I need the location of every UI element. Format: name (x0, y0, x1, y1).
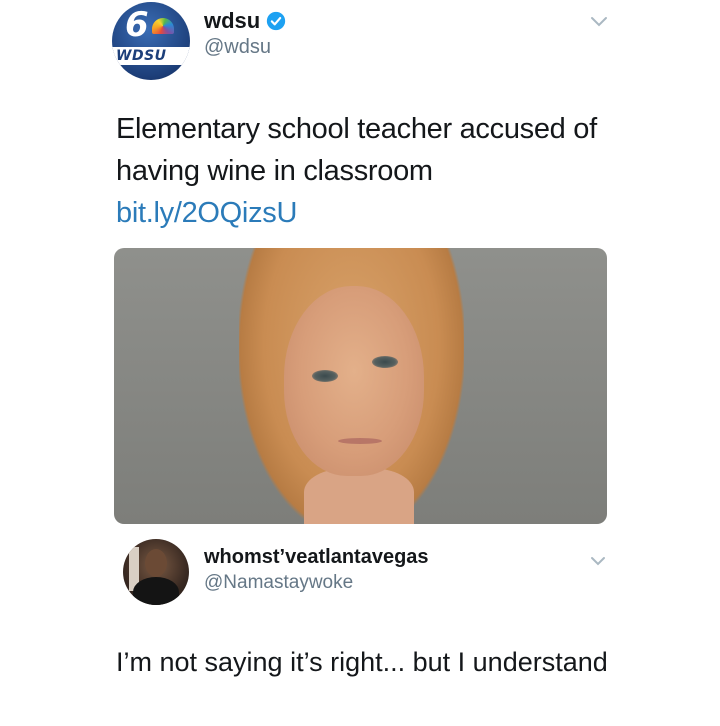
peacock-icon (152, 18, 174, 34)
wdsu-logo-text: WDSU (116, 48, 167, 64)
photo-eye-right (372, 356, 398, 368)
photo-neck (304, 468, 414, 524)
wdsu-logo-number: 6 (125, 5, 149, 45)
reply-text: I’m not saying it’s right... but I under… (116, 647, 608, 677)
avatar-wdsu[interactable]: 6 WDSU (112, 2, 190, 80)
avatar-head (145, 549, 167, 577)
reply-display-name[interactable]: whomst’veatlantavegas (204, 546, 429, 569)
chevron-down-icon[interactable] (590, 556, 606, 567)
photo-eye-left (312, 370, 338, 382)
avatar-reply-user[interactable] (123, 539, 189, 605)
tweet-text: Elementary school teacher accused of hav… (116, 108, 616, 234)
tweet-body: Elementary school teacher accused of hav… (116, 113, 597, 187)
tweet-wdsu[interactable]: 6 WDSU wdsu @wdsu Elementary school teac… (0, 0, 720, 535)
author-handle[interactable]: @wdsu (204, 36, 271, 59)
photo-face (284, 286, 424, 476)
reply-handle[interactable]: @Namastaywoke (204, 572, 353, 594)
photo-mouth (338, 438, 382, 444)
tweet-link[interactable]: bit.ly/2OQizsU (116, 197, 297, 229)
author-name-row: wdsu (204, 8, 286, 34)
reply-author-name-row: whomst’veatlantavegas (204, 544, 429, 570)
tweet-photo[interactable] (114, 248, 607, 524)
avatar-body (133, 577, 179, 605)
chevron-down-icon[interactable] (590, 16, 608, 28)
verified-badge-icon (267, 11, 286, 31)
author-display-name[interactable]: wdsu (204, 8, 260, 34)
